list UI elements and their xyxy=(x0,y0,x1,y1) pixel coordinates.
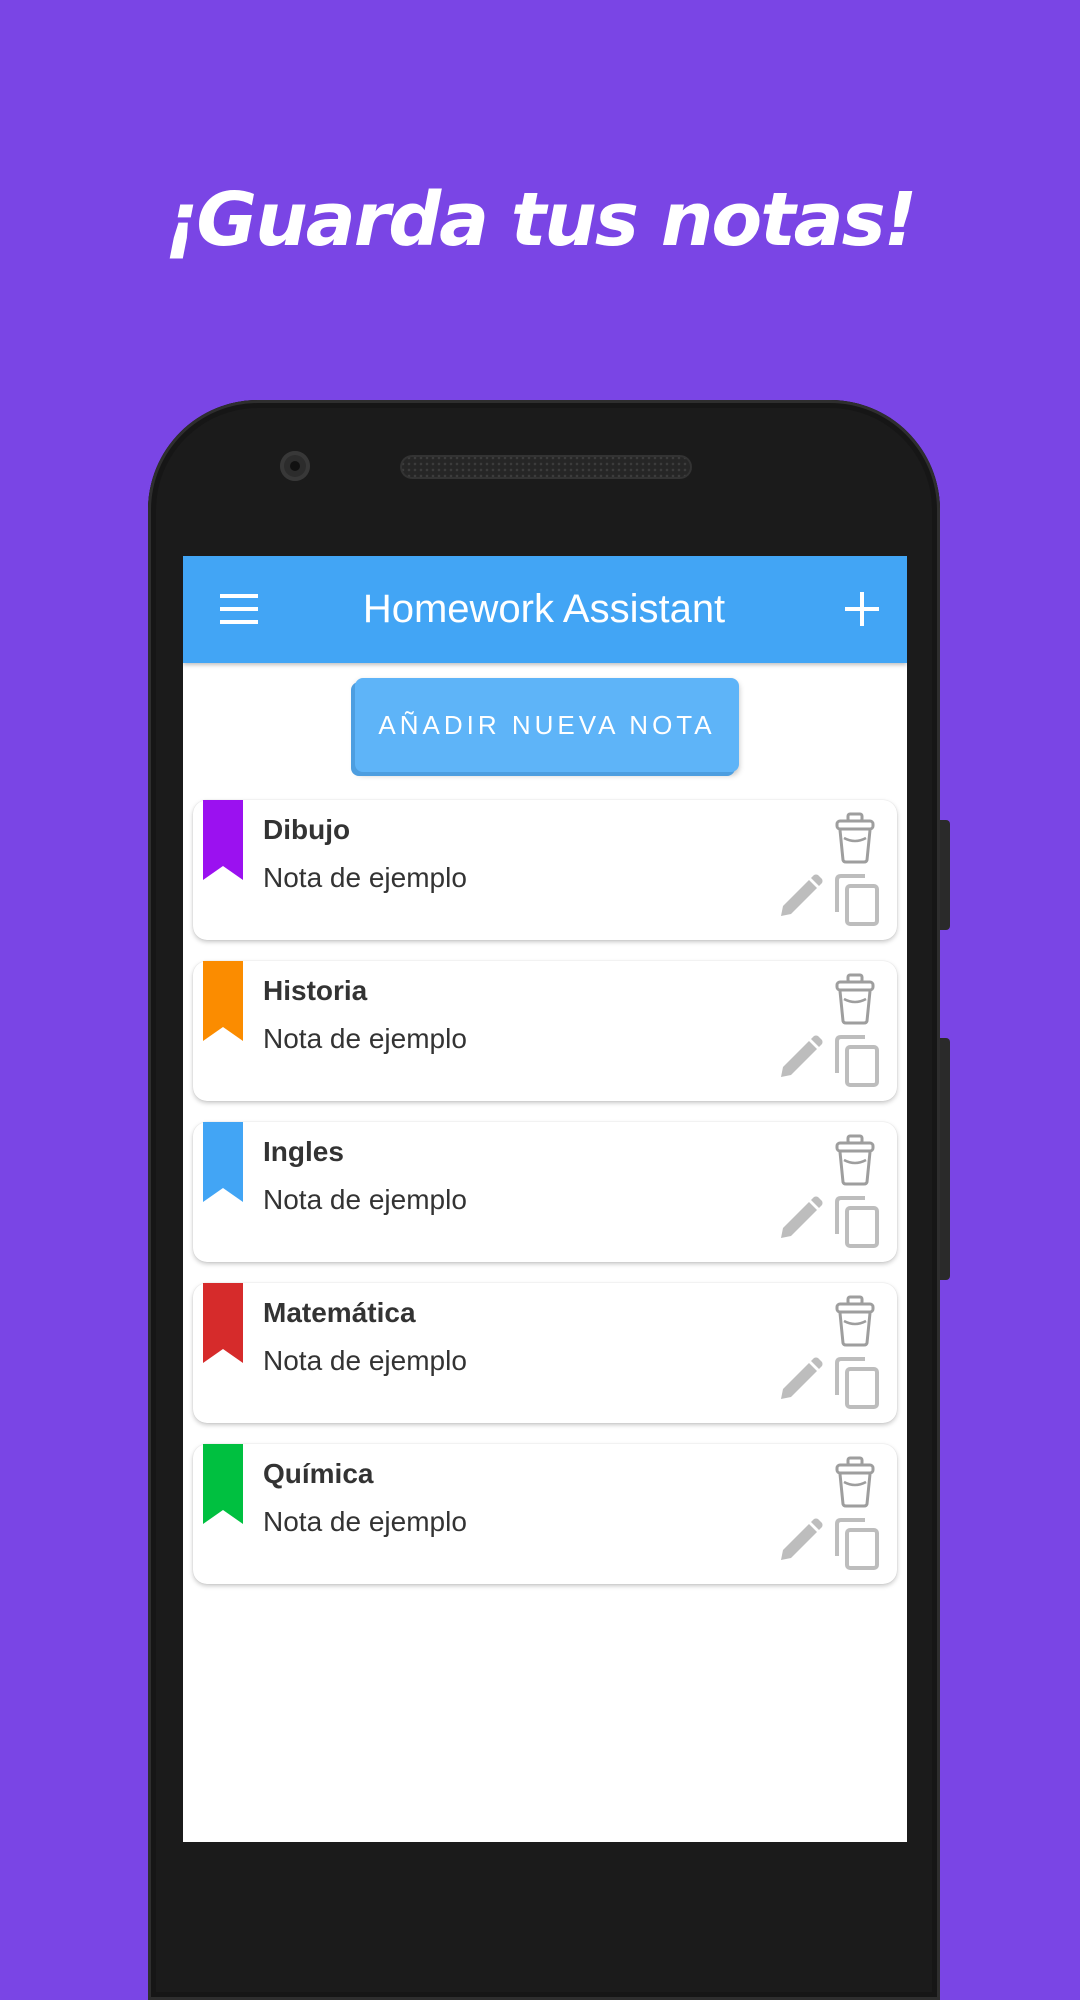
app-bar: Homework Assistant xyxy=(183,556,907,663)
phone-volume-button xyxy=(940,1038,950,1280)
bookmark-icon xyxy=(203,1122,243,1202)
phone-power-button xyxy=(940,820,950,930)
bookmark-icon xyxy=(203,800,243,880)
note-body: Nota de ejemplo xyxy=(263,1184,467,1215)
note-body: Nota de ejemplo xyxy=(263,862,467,893)
edit-icon[interactable] xyxy=(777,1518,823,1564)
front-camera xyxy=(280,451,310,481)
note-title: Química xyxy=(263,1458,374,1489)
copy-icon[interactable] xyxy=(833,1518,881,1570)
trash-icon[interactable] xyxy=(833,1134,877,1186)
trash-icon[interactable] xyxy=(833,812,877,864)
add-new-note-button[interactable]: AÑADIR NUEVA NOTA xyxy=(355,678,739,772)
note-card[interactable]: Matemática Nota de ejemplo xyxy=(193,1283,897,1423)
note-title: Historia xyxy=(263,975,368,1006)
note-title: Dibujo xyxy=(263,814,351,845)
copy-icon[interactable] xyxy=(833,874,881,926)
add-icon[interactable] xyxy=(845,592,879,626)
copy-icon[interactable] xyxy=(833,1196,881,1248)
app-screen: Homework Assistant AÑADIR NUEVA NOTA Dib… xyxy=(183,556,907,1842)
note-title: Matemática xyxy=(263,1297,416,1328)
note-card[interactable]: Historia Nota de ejemplo xyxy=(193,961,897,1101)
note-body: Nota de ejemplo xyxy=(263,1023,467,1054)
note-card[interactable]: Ingles Nota de ejemplo xyxy=(193,1122,897,1262)
trash-icon[interactable] xyxy=(833,1456,877,1508)
note-body: Nota de ejemplo xyxy=(263,1506,467,1537)
edit-icon[interactable] xyxy=(777,1035,823,1081)
bookmark-icon xyxy=(203,1444,243,1524)
edit-icon[interactable] xyxy=(777,874,823,920)
earpiece-speaker xyxy=(400,455,692,479)
bookmark-icon xyxy=(203,1283,243,1363)
trash-icon[interactable] xyxy=(833,973,877,1025)
app-title: Homework Assistant xyxy=(362,587,726,631)
note-body: Nota de ejemplo xyxy=(263,1345,467,1376)
edit-icon[interactable] xyxy=(777,1196,823,1242)
edit-icon[interactable] xyxy=(777,1357,823,1403)
note-card[interactable]: Dibujo Nota de ejemplo xyxy=(193,800,897,940)
promo-headline: ¡Guarda tus notas! xyxy=(164,177,918,263)
copy-icon[interactable] xyxy=(833,1035,881,1087)
notes-list: Dibujo Nota de ejemplo Historia Nota de eje… xyxy=(193,800,897,1605)
copy-icon[interactable] xyxy=(833,1357,881,1409)
bookmark-icon xyxy=(203,961,243,1041)
note-title: Ingles xyxy=(263,1136,344,1167)
note-card[interactable]: Química Nota de ejemplo xyxy=(193,1444,897,1584)
trash-icon[interactable] xyxy=(833,1295,877,1347)
